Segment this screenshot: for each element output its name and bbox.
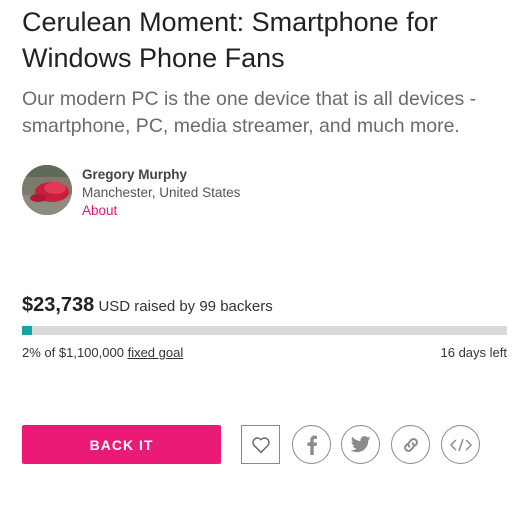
link-icon (401, 435, 421, 455)
project-blurb: Our modern PC is the one device that is … (22, 88, 477, 137)
funding-summary: $23,738 USD raised by 99 backers (22, 294, 273, 317)
raised-text: USD raised by 99 backers (98, 298, 273, 315)
goal-info: 2% of $1,100,000 fixed goal (22, 345, 183, 360)
owner-card: Gregory Murphy Manchester, United States… (22, 165, 322, 219)
goal-amount: of $1,100,000 (44, 345, 124, 360)
share-facebook-button[interactable] (292, 425, 331, 464)
raised-amount: $23,738 (22, 294, 95, 316)
progress-bar-fill (22, 326, 32, 335)
back-it-button[interactable]: BACK IT (22, 425, 221, 464)
avatar[interactable] (22, 165, 72, 215)
owner-name[interactable]: Gregory Murphy (82, 167, 187, 182)
twitter-icon (350, 436, 371, 453)
owner-about-link[interactable]: About (82, 203, 117, 218)
copy-link-button[interactable] (391, 425, 430, 464)
progress-bar (22, 326, 507, 335)
goal-type-link[interactable]: fixed goal (128, 345, 184, 360)
days-left: 16 days left (440, 345, 508, 360)
heart-icon (251, 436, 271, 454)
project-title: Cerulean Moment: Smartphone for Windows … (22, 7, 438, 73)
goal-percent: 2% (22, 345, 41, 360)
embed-button[interactable] (441, 425, 480, 464)
owner-location: Manchester, United States (82, 185, 241, 200)
share-twitter-button[interactable] (341, 425, 380, 464)
facebook-icon (305, 435, 319, 455)
follow-button[interactable] (241, 425, 280, 464)
embed-icon (449, 438, 472, 452)
